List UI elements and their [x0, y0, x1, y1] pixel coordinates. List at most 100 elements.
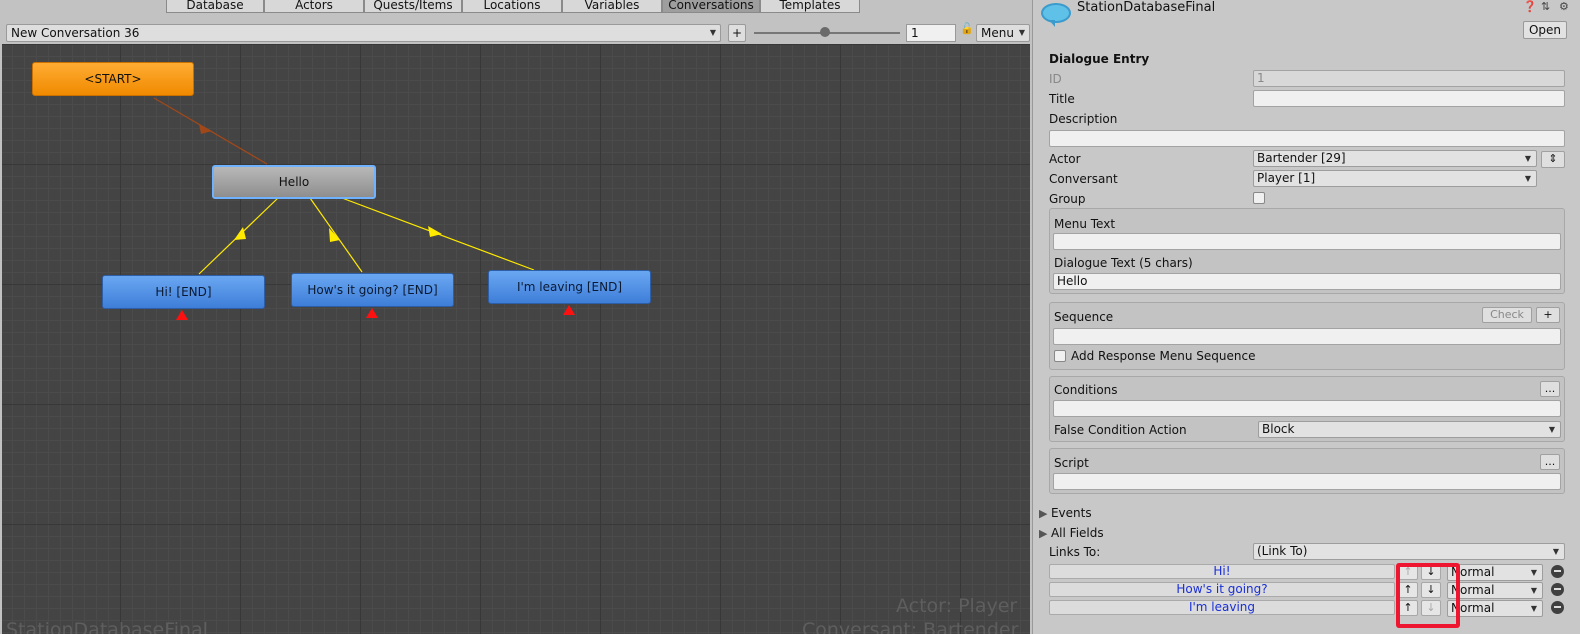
- dialogue-text-label: Dialogue Text (5 chars): [1054, 256, 1193, 270]
- id-field: 1: [1253, 70, 1565, 87]
- tab-bar: Database Actors Quests/Items Locations V…: [0, 0, 1032, 14]
- tab-variables[interactable]: Variables: [562, 0, 662, 13]
- node-links: [153, 97, 575, 320]
- node-hi-end[interactable]: Hi! [END]: [102, 275, 265, 309]
- check-button[interactable]: Check: [1482, 307, 1532, 323]
- end-marker-icon: [563, 305, 575, 315]
- sequence-box: Sequence Check + Add Response Menu Seque…: [1049, 302, 1565, 370]
- tab-conversations[interactable]: Conversations: [662, 0, 760, 13]
- actor-label: Actor: [1049, 152, 1081, 166]
- chevron-down-icon: ▼: [1018, 28, 1025, 37]
- script-label: Script: [1054, 456, 1089, 470]
- link-priority-select[interactable]: Normal ▼: [1447, 600, 1543, 617]
- menu-text-field[interactable]: [1053, 233, 1561, 250]
- gear-icon[interactable]: ⚙: [1559, 0, 1569, 13]
- overlay-database: StationDatabaseFinal: [6, 619, 208, 634]
- script-field[interactable]: [1053, 473, 1561, 490]
- link-leaving-button[interactable]: I'm leaving: [1049, 600, 1395, 615]
- menu-label: Menu: [981, 26, 1014, 40]
- arrow-icon: [329, 228, 340, 242]
- description-label: Description: [1049, 112, 1118, 126]
- zoom-input[interactable]: 1: [906, 24, 956, 42]
- remove-link-icon[interactable]: [1551, 601, 1564, 614]
- tab-templates[interactable]: Templates: [760, 0, 860, 13]
- node-leaving-end[interactable]: I'm leaving [END]: [488, 270, 651, 304]
- link-priority-select[interactable]: Normal ▼: [1447, 582, 1543, 599]
- highlight-box: [1396, 563, 1460, 628]
- dialogue-text-field[interactable]: Hello: [1053, 273, 1561, 290]
- node-how-going-end[interactable]: How's it going? [END]: [291, 273, 454, 307]
- caret-right-icon: ▶: [1039, 507, 1048, 520]
- chevron-down-icon: ▼: [1548, 425, 1555, 434]
- events-label: Events: [1050, 506, 1092, 520]
- conditions-field[interactable]: [1053, 400, 1561, 417]
- dialogue-system-logo-icon: [1041, 3, 1071, 27]
- open-button[interactable]: Open: [1523, 21, 1567, 39]
- add-conversation-button[interactable]: +: [728, 24, 746, 42]
- add-sequence-button[interactable]: +: [1536, 307, 1560, 323]
- menu-text-label: Menu Text: [1054, 217, 1116, 231]
- link-to-value: (Link To): [1257, 544, 1308, 558]
- link-how-going-button[interactable]: How's it going?: [1049, 582, 1395, 597]
- events-foldout[interactable]: ▶ Events: [1039, 506, 1092, 520]
- overlay-conversant: Conversant: Bartender: [802, 619, 1019, 634]
- actor-swap-button[interactable]: ⇕: [1541, 151, 1565, 168]
- actor-value: Bartender [29]: [1257, 151, 1346, 165]
- chevron-down-icon: ▼: [1530, 568, 1537, 577]
- text-box: Menu Text Dialogue Text (5 chars) Hello: [1049, 208, 1565, 294]
- actor-select[interactable]: Bartender [29] ▼: [1253, 150, 1537, 167]
- chevron-down-icon: ▼: [1530, 604, 1537, 613]
- settings-sliders-icon[interactable]: ⇅: [1541, 0, 1550, 13]
- conversation-dropdown[interactable]: New Conversation 36 ▼: [6, 24, 721, 42]
- inspector-header: StationDatabaseFinal ❓ ⇅ ⚙ Open: [1033, 0, 1580, 42]
- conditions-wizard-button[interactable]: ...: [1540, 381, 1560, 397]
- chevron-down-icon: ▼: [1524, 174, 1531, 183]
- remove-link-icon[interactable]: [1551, 565, 1564, 578]
- links-to-label: Links To:: [1049, 545, 1101, 559]
- menu-dropdown[interactable]: Menu ▼: [976, 24, 1030, 42]
- title-field[interactable]: [1253, 90, 1565, 107]
- all-fields-foldout[interactable]: ▶ All Fields: [1039, 526, 1104, 540]
- arrow-icon: [234, 227, 246, 240]
- add-response-label: Add Response Menu Sequence: [1071, 349, 1256, 363]
- chevron-down-icon: ▼: [1524, 154, 1531, 163]
- title-label: Title: [1049, 92, 1075, 106]
- group-checkbox[interactable]: [1253, 192, 1265, 204]
- link-to-select[interactable]: (Link To) ▼: [1253, 543, 1565, 560]
- remove-link-icon[interactable]: [1551, 583, 1564, 596]
- link-priority-select[interactable]: Normal ▼: [1447, 564, 1543, 581]
- group-label: Group: [1049, 192, 1086, 206]
- tab-actors[interactable]: Actors: [264, 0, 364, 13]
- zoom-slider-knob[interactable]: [820, 27, 830, 37]
- node-start[interactable]: <START>: [32, 62, 194, 96]
- database-name: StationDatabaseFinal: [1077, 0, 1216, 15]
- chevron-down-icon: ▼: [1552, 547, 1559, 556]
- help-icon[interactable]: ❓: [1523, 0, 1537, 13]
- arrow-icon: [199, 124, 212, 134]
- false-action-label: False Condition Action: [1054, 423, 1187, 437]
- sequence-field[interactable]: [1053, 328, 1561, 345]
- link-hi-button[interactable]: Hi!: [1049, 564, 1395, 579]
- conversant-value: Player [1]: [1257, 171, 1316, 185]
- id-label: ID: [1049, 72, 1062, 86]
- caret-right-icon: ▶: [1039, 527, 1048, 540]
- all-fields-label: All Fields: [1050, 526, 1104, 540]
- tab-database[interactable]: Database: [166, 0, 264, 13]
- add-response-checkbox[interactable]: [1054, 350, 1066, 362]
- conversation-editor: Database Actors Quests/Items Locations V…: [0, 0, 1032, 634]
- conditions-box: Conditions ... False Condition Action Bl…: [1049, 376, 1565, 442]
- conditions-label: Conditions: [1054, 383, 1118, 397]
- conversant-select[interactable]: Player [1] ▼: [1253, 170, 1537, 187]
- sequence-label: Sequence: [1054, 310, 1114, 324]
- false-action-select[interactable]: Block ▼: [1258, 421, 1561, 438]
- conversant-label: Conversant: [1049, 172, 1118, 186]
- tab-locations[interactable]: Locations: [462, 0, 562, 13]
- script-wizard-button[interactable]: ...: [1540, 454, 1560, 470]
- node-hello[interactable]: Hello: [212, 165, 376, 199]
- lock-icon[interactable]: 🔓: [960, 22, 974, 35]
- node-canvas[interactable]: <START> Hello Hi! [END] How's it going? …: [2, 44, 1030, 634]
- tab-quests-items[interactable]: Quests/Items: [364, 0, 462, 13]
- end-marker-icon: [176, 310, 188, 320]
- end-marker-icon: [366, 308, 378, 318]
- description-field[interactable]: [1049, 130, 1565, 147]
